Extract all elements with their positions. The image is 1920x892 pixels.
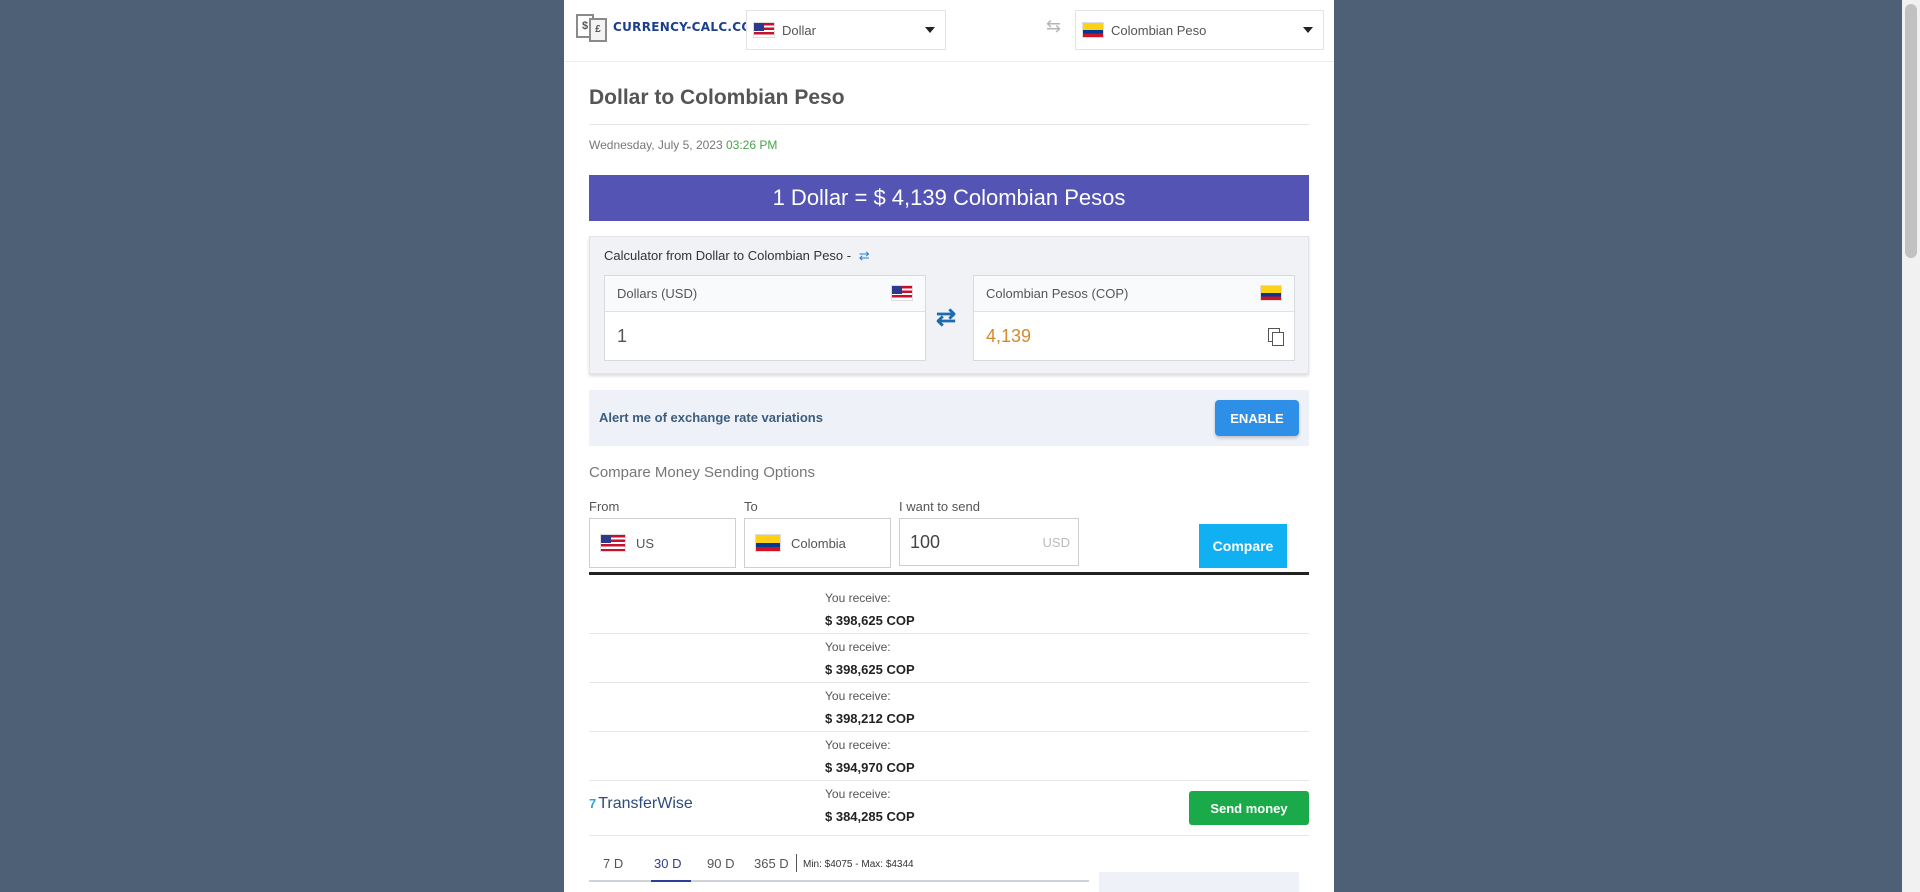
alert-text: Alert me of exchange rate variations xyxy=(599,410,823,425)
receive-label: You receive: xyxy=(825,787,891,801)
swap-direction-icon[interactable]: ⇄ xyxy=(936,303,956,332)
from-currency-label: Dollar xyxy=(782,22,816,38)
receive-amount: $ 398,625 COP xyxy=(825,613,915,628)
to-amount-output[interactable]: 4,139 xyxy=(974,312,1294,361)
provider-row: You receive: $ 394,970 COP xyxy=(589,732,1309,781)
compare-heading: Compare Money Sending Options xyxy=(589,464,815,481)
to-label: To xyxy=(744,499,758,514)
divider xyxy=(589,572,1309,575)
to-country-select[interactable]: Colombia xyxy=(744,518,891,568)
currency-calculator: Calculator from Dollar to Colombian Peso… xyxy=(589,236,1309,374)
us-flag-icon xyxy=(753,22,775,38)
receive-amount: $ 384,285 COP xyxy=(825,809,915,824)
from-amount-header: Dollars (USD) xyxy=(605,276,925,312)
chart-range-tabs: 7 D 30 D 90 D 365 D Min: $4075 - Max: $4… xyxy=(589,852,1089,882)
enable-alert-button[interactable]: ENABLE xyxy=(1215,400,1299,436)
page-title: Dollar to Colombian Peso xyxy=(589,86,845,109)
receive-label: You receive: xyxy=(825,640,891,654)
tab-7d[interactable]: 7 D xyxy=(603,856,623,871)
sidebar-panel xyxy=(1099,872,1299,892)
page-container: $ £ CURRENCY-CALC.COM Dollar ⇆ Colombian… xyxy=(564,0,1334,892)
date-text: Wednesday, July 5, 2023 xyxy=(589,138,723,152)
rate-banner: 1 Dollar = $ 4,139 Colombian Pesos xyxy=(589,175,1309,221)
receive-amount: $ 394,970 COP xyxy=(825,760,915,775)
active-tab-indicator xyxy=(651,880,691,882)
from-label: From xyxy=(589,499,620,514)
copy-icon[interactable] xyxy=(1268,328,1284,346)
send-amount-input[interactable]: 100 USD xyxy=(899,518,1079,566)
tab-30d[interactable]: 30 D xyxy=(654,856,681,871)
time-text: 03:26 PM xyxy=(725,138,778,152)
rate-date: Wednesday, July 5, 2023 03:26 PM xyxy=(589,138,777,152)
swap-currencies-icon[interactable]: ⇆ xyxy=(1046,16,1061,37)
scrollbar-thumb[interactable] xyxy=(1905,4,1917,258)
calculator-title: Calculator from Dollar to Colombian Peso… xyxy=(604,248,870,263)
from-country-select[interactable]: US xyxy=(589,518,736,568)
chevron-down-icon xyxy=(1303,27,1313,33)
to-amount-box: Colombian Pesos (COP) 4,139 xyxy=(973,275,1295,361)
receive-amount: $ 398,625 COP xyxy=(825,662,915,677)
us-flag-icon xyxy=(600,534,626,552)
provider-row: You receive: $ 398,625 COP xyxy=(589,585,1309,634)
logo-text: CURRENCY-CALC.COM xyxy=(613,20,765,34)
currency-unit: USD xyxy=(1042,535,1070,550)
chevron-down-icon xyxy=(925,27,935,33)
transferwise-logo[interactable]: 7 TransferWise xyxy=(589,795,693,813)
colombia-flag-icon xyxy=(1260,285,1282,301)
currency-notes-icon: $ £ xyxy=(576,12,610,42)
compare-button[interactable]: Compare xyxy=(1199,524,1287,568)
colombia-flag-icon xyxy=(1082,22,1104,38)
to-currency-label: Colombian Peso xyxy=(1111,22,1207,38)
receive-label: You receive: xyxy=(825,738,891,752)
swap-icon[interactable]: ⇄ xyxy=(859,248,870,263)
from-amount-label: Dollars (USD) xyxy=(617,286,698,301)
site-header: $ £ CURRENCY-CALC.COM Dollar ⇆ Colombian… xyxy=(564,0,1334,62)
receive-label: You receive: xyxy=(825,591,891,605)
provider-row: You receive: $ 398,212 COP xyxy=(589,683,1309,732)
receive-label: You receive: xyxy=(825,689,891,703)
tab-90d[interactable]: 90 D xyxy=(707,856,734,871)
rate-alert-bar: Alert me of exchange rate variations ENA… xyxy=(589,390,1309,446)
provider-row: 7 TransferWise You receive: $ 384,285 COP… xyxy=(589,781,1309,836)
site-logo[interactable]: $ £ CURRENCY-CALC.COM xyxy=(576,12,764,42)
from-currency-select[interactable]: Dollar xyxy=(746,10,946,50)
to-amount-header: Colombian Pesos (COP) xyxy=(974,276,1294,312)
to-amount-label: Colombian Pesos (COP) xyxy=(986,286,1129,301)
send-amount-label: I want to send xyxy=(899,499,980,514)
us-flag-icon xyxy=(891,285,913,301)
provider-row: You receive: $ 398,625 COP xyxy=(589,634,1309,683)
tab-365d[interactable]: 365 D xyxy=(754,856,789,871)
send-money-button[interactable]: Send money xyxy=(1189,791,1309,825)
divider xyxy=(796,854,797,872)
divider xyxy=(589,124,1309,125)
range-min-max: Min: $4075 - Max: $4344 xyxy=(803,859,914,870)
page-scrollbar[interactable] xyxy=(1902,0,1920,892)
from-amount-input[interactable]: 1 xyxy=(605,312,925,361)
colombia-flag-icon xyxy=(755,534,781,552)
to-currency-select[interactable]: Colombian Peso xyxy=(1075,10,1324,50)
receive-amount: $ 398,212 COP xyxy=(825,711,915,726)
transferwise-mark-icon: 7 xyxy=(589,796,597,811)
from-amount-box: Dollars (USD) 1 xyxy=(604,275,926,361)
